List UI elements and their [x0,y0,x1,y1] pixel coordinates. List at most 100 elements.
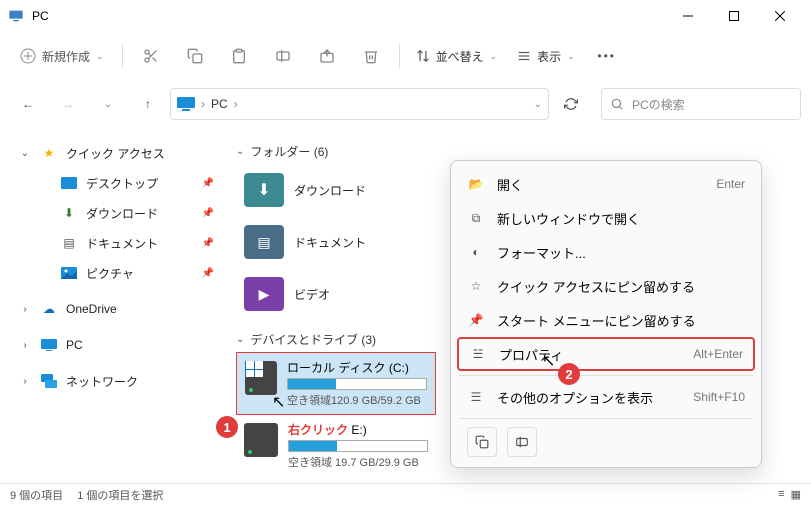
sidebar-item-label: ドキュメント [86,235,158,252]
context-menu: 📂 開く Enter ⧉ 新しいウィンドウで開く ◐ フォーマット... ☆ ク… [450,160,762,468]
separator [122,44,123,68]
sidebar-item-label: ネットワーク [66,373,138,390]
delete-button[interactable] [351,38,391,74]
drive-e[interactable]: 右クリック E:) 空き領域 19.7 GB/29.9 GB [236,415,436,476]
ctx-copy-button[interactable] [467,427,497,457]
chevron-right-icon: › [18,304,32,315]
group-label: デバイスとドライブ (3) [250,331,376,348]
drive-name: 右クリック E:) [288,421,428,438]
sort-button[interactable]: 並べ替え ⌄ [408,39,506,73]
separator [459,375,753,376]
rename-icon [515,435,529,449]
ctx-open[interactable]: 📂 開く Enter [457,167,755,201]
star-outline-icon: ☆ [467,277,485,295]
paste-icon [231,48,247,64]
back-button[interactable]: ← [10,86,46,122]
up-button[interactable]: ↑ [130,86,166,122]
breadcrumb-pc[interactable]: PC [211,97,228,111]
rename-icon [275,48,291,64]
download-icon: ⬇ [60,205,78,221]
more-button[interactable]: ••• [587,38,627,74]
close-button[interactable] [757,0,803,32]
sidebar-item-label: デスクトップ [86,175,158,192]
sidebar-item-label: クイック アクセス [66,145,165,162]
ctx-properties[interactable]: ☱ プロパティ Alt+Enter [457,337,755,371]
sidebar-item-downloads[interactable]: ⬇ダウンロード📌 [30,198,232,228]
rename-button[interactable] [263,38,303,74]
properties-icon: ☱ [469,345,487,363]
folder-label: ドキュメント [294,234,366,251]
pin-icon: 📌 [467,311,485,329]
sort-icon [416,49,430,63]
drive-c[interactable]: ローカル ディスク (C:) 空き領域120.9 GB/59.2 GB [236,352,436,415]
search-input[interactable]: PCの検索 [601,88,801,120]
ctx-rename-button[interactable] [507,427,537,457]
picture-icon [60,265,78,281]
folder-label: ビデオ [294,286,330,303]
view-label: 表示 [537,48,561,65]
sidebar-item-desktop[interactable]: デスクトップ📌 [30,168,232,198]
sidebar: ⌄ ★ クイック アクセス デスクトップ📌 ⬇ダウンロード📌 ▤ドキュメント📌 … [0,128,232,483]
share-button[interactable] [307,38,347,74]
sidebar-item-pc[interactable]: › PC [10,330,232,360]
chevron-right-icon: › [18,376,32,387]
breadcrumb-sep: › [234,97,238,111]
format-icon: ◐ [467,243,485,261]
folder-label: ダウンロード [294,182,366,199]
pc-icon [177,97,195,111]
chevron-down-icon[interactable]: ⌄ [90,86,126,122]
ctx-new-window[interactable]: ⧉ 新しいウィンドウで開く [457,201,755,235]
chevron-down-icon: ⌄ [236,146,244,157]
breadcrumb-sep: › [201,97,205,111]
sort-label: 並べ替え [436,48,484,65]
search-icon [610,97,624,111]
pin-icon: 📌 [202,238,214,249]
new-button[interactable]: 新規作成 ⌄ [10,39,114,73]
drive-name: ローカル ディスク (C:) [287,359,427,376]
sidebar-item-pictures[interactable]: ピクチャ📌 [30,258,232,288]
view-button[interactable]: 表示 ⌄ [509,39,583,73]
address-bar[interactable]: › PC › ⌄ [170,88,549,120]
navbar: ← → ⌄ ↑ › PC › ⌄ PCの検索 [0,80,811,128]
maximize-button[interactable] [711,0,757,32]
sidebar-item-documents[interactable]: ▤ ドキュメント 📌 [30,228,232,258]
ctx-more-options[interactable]: ☰ その他のオプションを表示 Shift+F10 [457,380,755,414]
drive-usage-bar [287,378,427,390]
ellipsis-icon: ••• [597,49,616,63]
sidebar-item-label: ピクチャ [86,265,134,282]
paste-button[interactable] [219,38,259,74]
drive-usage-bar [288,440,428,452]
sidebar-item-label: OneDrive [66,302,117,316]
new-label: 新規作成 [42,48,90,65]
refresh-button[interactable] [553,86,589,122]
sidebar-item-network[interactable]: › ネットワーク [10,366,232,396]
cursor-icon: ↖ [542,351,555,371]
forward-button[interactable]: → [50,86,86,122]
chevron-down-icon: ⌄ [96,51,104,62]
sidebar-item-onedrive[interactable]: ›☁OneDrive [10,294,232,324]
ctx-format[interactable]: ◐ フォーマット... [457,235,755,269]
drive-space: 空き領域120.9 GB/59.2 GB [287,392,427,408]
document-icon: ▤ [60,235,78,251]
sidebar-quick-access[interactable]: ⌄ ★ クイック アクセス [10,138,232,168]
ctx-pin-quick-access[interactable]: ☆ クイック アクセスにピン留めする [457,269,755,303]
annotation-badge-1: 1 [216,416,238,438]
chevron-down-icon: ⌄ [236,334,244,345]
refresh-icon [564,97,578,111]
titlebar: PC [0,0,811,32]
chevron-right-icon: › [18,340,32,351]
chevron-down-icon[interactable]: ⌄ [534,99,542,110]
details-view-button[interactable]: ≡ [778,488,784,501]
video-folder-icon: ▶ [244,277,284,311]
view-icon [517,49,531,63]
cut-button[interactable] [131,38,171,74]
minimize-button[interactable] [665,0,711,32]
pc-icon [8,8,24,24]
copy-button[interactable] [175,38,215,74]
annotation-badge-2: 2 [558,363,580,385]
folder-open-icon: 📂 [467,175,485,193]
tiles-view-button[interactable]: ▦ [791,488,801,501]
cursor-icon: ↖ [272,392,285,412]
ctx-pin-start[interactable]: 📌 スタート メニューにピン留めする [457,303,755,337]
sidebar-item-label: PC [66,338,83,352]
